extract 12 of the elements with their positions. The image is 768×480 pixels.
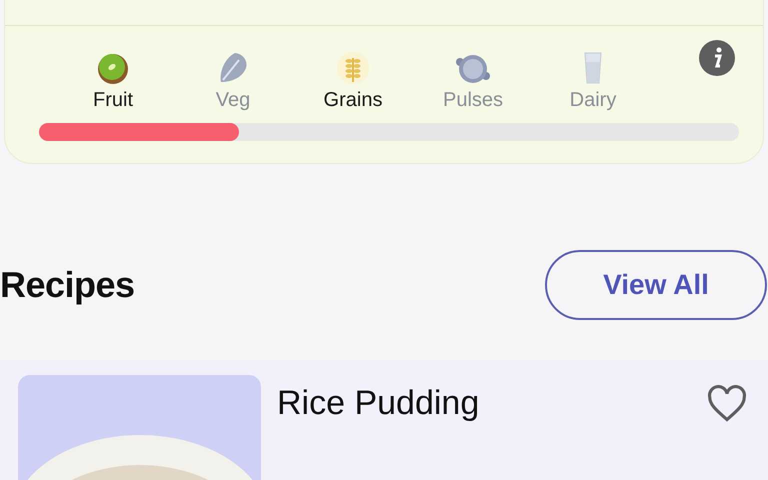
info-icon[interactable] — [699, 40, 735, 76]
recipe-title: Rice Pudding — [277, 383, 480, 424]
food-group-label: Pulses — [442, 88, 504, 113]
food-group-label: Fruit — [93, 88, 133, 113]
section-title: Recipes — [0, 263, 135, 307]
wheat-icon — [335, 50, 371, 86]
heart-icon[interactable] — [706, 385, 748, 423]
view-all-button[interactable]: View All — [545, 250, 767, 320]
food-group-label: Grains — [324, 88, 382, 113]
food-group-label: Veg — [216, 88, 250, 113]
recipe-card[interactable]: Rice Pudding — [0, 360, 768, 480]
food-group-label: Dairy — [570, 88, 616, 113]
